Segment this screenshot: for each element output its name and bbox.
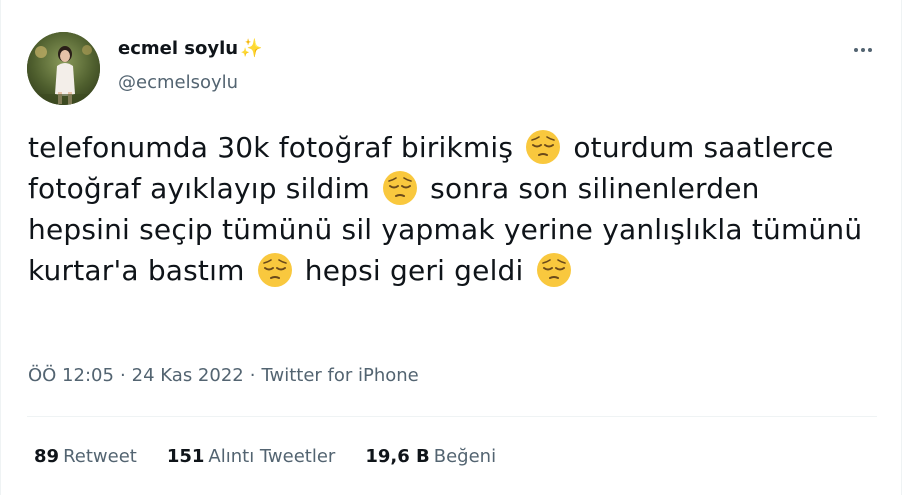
stat-number: 19,6 B	[365, 446, 430, 467]
pensive-face-emoji	[524, 128, 562, 166]
more-options-icon[interactable]	[849, 38, 877, 62]
tweet-text: telefonumda 30k fotoğraf birikmiş oturdu…	[28, 127, 868, 291]
display-name[interactable]: ecmel soylu	[118, 38, 238, 59]
pensive-face-emoji	[535, 251, 573, 289]
meta-separator: ·	[119, 365, 126, 386]
user-handle[interactable]: @ecmelsoylu	[118, 72, 238, 93]
tweet-metadata: ÖÖ 12:05 · 24 Kas 2022 · Twitter for iPh…	[28, 365, 419, 386]
tweet-text-part: telefonumda 30k fotoğraf birikmiş	[28, 131, 523, 164]
engagement-stats: 89 Retweet 151 Alıntı Tweetler 19,6 B Beğen…	[34, 446, 526, 467]
retweet-count[interactable]: 89 Retweet	[34, 446, 137, 467]
stat-number: 151	[166, 446, 205, 467]
stat-label: Beğeni	[433, 446, 497, 467]
tweet-detail: ecmel soylu ✨ @ecmelsoylu telefonumda 30…	[0, 0, 902, 495]
divider	[27, 416, 877, 417]
stat-label: Retweet	[63, 446, 137, 467]
tweet-time[interactable]: ÖÖ 12:05	[28, 365, 114, 386]
pensive-face-emoji	[256, 251, 294, 289]
stat-label: Alıntı Tweetler	[208, 446, 336, 467]
avatar[interactable]	[27, 32, 100, 105]
more-dot-2	[861, 48, 865, 52]
more-dot-1	[854, 48, 858, 52]
pensive-face-emoji	[381, 169, 419, 207]
author-name-row[interactable]: ecmel soylu ✨	[118, 38, 263, 59]
meta-separator: ·	[249, 365, 256, 386]
like-count[interactable]: 19,6 B Beğeni	[365, 446, 496, 467]
more-dot-3	[868, 48, 872, 52]
tweet-text-part: hepsi geri geldi	[295, 254, 533, 287]
stat-number: 89	[34, 446, 60, 467]
tweet-date[interactable]: 24 Kas 2022	[132, 365, 244, 386]
sparkles-emoji: ✨	[240, 38, 263, 59]
quote-tweet-count[interactable]: 151 Alıntı Tweetler	[167, 446, 336, 467]
tweet-source[interactable]: Twitter for iPhone	[261, 365, 418, 386]
